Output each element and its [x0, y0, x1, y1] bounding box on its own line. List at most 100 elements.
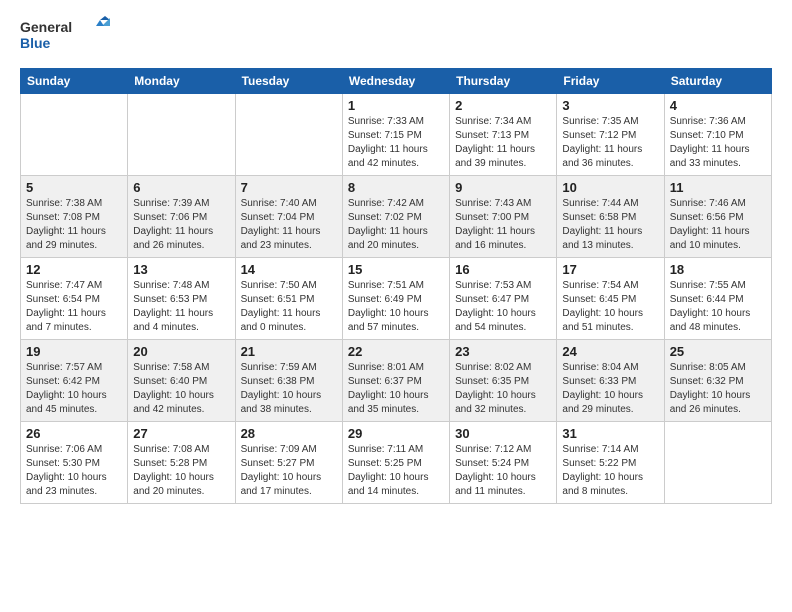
day-number: 3	[562, 98, 658, 113]
day-info: Sunrise: 7:38 AM Sunset: 7:08 PM Dayligh…	[26, 197, 122, 253]
week-row-2: 5 Sunrise: 7:38 AM Sunset: 7:08 PM Daylig…	[21, 176, 772, 258]
day-number: 11	[670, 180, 766, 195]
day-number: 27	[133, 426, 229, 441]
day-info: Sunrise: 7:39 AM Sunset: 7:06 PM Dayligh…	[133, 197, 229, 253]
day-number: 22	[348, 344, 444, 359]
calendar-cell: 7 Sunrise: 7:40 AM Sunset: 7:04 PM Daylig…	[235, 176, 342, 258]
calendar: Sunday Monday Tuesday Wednesday Thursday…	[20, 68, 772, 504]
day-info: Sunrise: 7:36 AM Sunset: 7:10 PM Dayligh…	[670, 115, 766, 171]
day-number: 1	[348, 98, 444, 113]
calendar-cell	[235, 94, 342, 176]
day-info: Sunrise: 8:02 AM Sunset: 6:35 PM Dayligh…	[455, 361, 551, 417]
day-number: 16	[455, 262, 551, 277]
page: General Blue Sunday Monday Tuesday Wedne…	[0, 0, 792, 514]
day-info: Sunrise: 7:12 AM Sunset: 5:24 PM Dayligh…	[455, 443, 551, 499]
calendar-cell: 4 Sunrise: 7:36 AM Sunset: 7:10 PM Daylig…	[664, 94, 771, 176]
day-info: Sunrise: 7:50 AM Sunset: 6:51 PM Dayligh…	[241, 279, 337, 335]
day-info: Sunrise: 7:46 AM Sunset: 6:56 PM Dayligh…	[670, 197, 766, 253]
day-number: 12	[26, 262, 122, 277]
day-info: Sunrise: 7:58 AM Sunset: 6:40 PM Dayligh…	[133, 361, 229, 417]
calendar-cell: 25 Sunrise: 8:05 AM Sunset: 6:32 PM Dayli…	[664, 340, 771, 422]
header-tuesday: Tuesday	[235, 69, 342, 94]
day-number: 9	[455, 180, 551, 195]
header-wednesday: Wednesday	[342, 69, 449, 94]
calendar-cell: 3 Sunrise: 7:35 AM Sunset: 7:12 PM Daylig…	[557, 94, 664, 176]
day-info: Sunrise: 7:55 AM Sunset: 6:44 PM Dayligh…	[670, 279, 766, 335]
calendar-cell	[128, 94, 235, 176]
day-number: 23	[455, 344, 551, 359]
calendar-cell: 6 Sunrise: 7:39 AM Sunset: 7:06 PM Daylig…	[128, 176, 235, 258]
day-number: 6	[133, 180, 229, 195]
day-number: 20	[133, 344, 229, 359]
weekday-header-row: Sunday Monday Tuesday Wednesday Thursday…	[21, 69, 772, 94]
calendar-cell: 16Sunrise: 7:53 AM Sunset: 6:47 PM Dayli…	[450, 258, 557, 340]
calendar-cell: 26 Sunrise: 7:06 AM Sunset: 5:30 PM Dayli…	[21, 422, 128, 504]
day-info: Sunrise: 7:44 AM Sunset: 6:58 PM Dayligh…	[562, 197, 658, 253]
calendar-cell: 9 Sunrise: 7:43 AM Sunset: 7:00 PM Daylig…	[450, 176, 557, 258]
day-info: Sunrise: 7:51 AM Sunset: 6:49 PM Dayligh…	[348, 279, 444, 335]
day-number: 24	[562, 344, 658, 359]
calendar-cell: 12 Sunrise: 7:47 AM Sunset: 6:54 PM Dayli…	[21, 258, 128, 340]
calendar-cell: 31 Sunrise: 7:14 AM Sunset: 5:22 PM Dayli…	[557, 422, 664, 504]
calendar-cell: 27Sunrise: 7:08 AM Sunset: 5:28 PM Dayli…	[128, 422, 235, 504]
day-info: Sunrise: 8:05 AM Sunset: 6:32 PM Dayligh…	[670, 361, 766, 417]
day-number: 10	[562, 180, 658, 195]
calendar-cell: 10 Sunrise: 7:44 AM Sunset: 6:58 PM Dayli…	[557, 176, 664, 258]
calendar-cell: 20 Sunrise: 7:58 AM Sunset: 6:40 PM Dayli…	[128, 340, 235, 422]
day-number: 14	[241, 262, 337, 277]
day-number: 5	[26, 180, 122, 195]
day-number: 21	[241, 344, 337, 359]
calendar-cell: 29Sunrise: 7:11 AM Sunset: 5:25 PM Dayli…	[342, 422, 449, 504]
calendar-cell: 14 Sunrise: 7:50 AM Sunset: 6:51 PM Dayli…	[235, 258, 342, 340]
day-info: Sunrise: 7:47 AM Sunset: 6:54 PM Dayligh…	[26, 279, 122, 335]
day-info: Sunrise: 7:35 AM Sunset: 7:12 PM Dayligh…	[562, 115, 658, 171]
day-number: 31	[562, 426, 658, 441]
day-info: Sunrise: 7:40 AM Sunset: 7:04 PM Dayligh…	[241, 197, 337, 253]
calendar-cell: 24 Sunrise: 8:04 AM Sunset: 6:33 PM Dayli…	[557, 340, 664, 422]
header-saturday: Saturday	[664, 69, 771, 94]
day-info: Sunrise: 7:14 AM Sunset: 5:22 PM Dayligh…	[562, 443, 658, 499]
day-number: 2	[455, 98, 551, 113]
day-info: Sunrise: 7:48 AM Sunset: 6:53 PM Dayligh…	[133, 279, 229, 335]
day-number: 7	[241, 180, 337, 195]
week-row-5: 26 Sunrise: 7:06 AM Sunset: 5:30 PM Dayli…	[21, 422, 772, 504]
day-number: 28	[241, 426, 337, 441]
calendar-cell	[21, 94, 128, 176]
day-number: 25	[670, 344, 766, 359]
day-number: 19	[26, 344, 122, 359]
header-monday: Monday	[128, 69, 235, 94]
calendar-cell: 8 Sunrise: 7:42 AM Sunset: 7:02 PM Daylig…	[342, 176, 449, 258]
day-number: 29	[348, 426, 444, 441]
day-number: 17	[562, 262, 658, 277]
day-number: 15	[348, 262, 444, 277]
day-info: Sunrise: 7:42 AM Sunset: 7:02 PM Dayligh…	[348, 197, 444, 253]
week-row-3: 12 Sunrise: 7:47 AM Sunset: 6:54 PM Dayli…	[21, 258, 772, 340]
calendar-cell: 21Sunrise: 7:59 AM Sunset: 6:38 PM Dayli…	[235, 340, 342, 422]
calendar-cell: 13 Sunrise: 7:48 AM Sunset: 6:53 PM Dayli…	[128, 258, 235, 340]
calendar-cell: 22 Sunrise: 8:01 AM Sunset: 6:37 PM Dayli…	[342, 340, 449, 422]
day-info: Sunrise: 7:06 AM Sunset: 5:30 PM Dayligh…	[26, 443, 122, 499]
calendar-cell: 17 Sunrise: 7:54 AM Sunset: 6:45 PM Dayli…	[557, 258, 664, 340]
day-info: Sunrise: 7:33 AM Sunset: 7:15 PM Dayligh…	[348, 115, 444, 171]
header-sunday: Sunday	[21, 69, 128, 94]
header-thursday: Thursday	[450, 69, 557, 94]
day-number: 30	[455, 426, 551, 441]
svg-text:General: General	[20, 19, 72, 35]
day-info: Sunrise: 8:01 AM Sunset: 6:37 PM Dayligh…	[348, 361, 444, 417]
header-friday: Friday	[557, 69, 664, 94]
day-number: 4	[670, 98, 766, 113]
week-row-4: 19Sunrise: 7:57 AM Sunset: 6:42 PM Dayli…	[21, 340, 772, 422]
day-info: Sunrise: 7:54 AM Sunset: 6:45 PM Dayligh…	[562, 279, 658, 335]
logo-svg: General Blue	[20, 16, 110, 58]
day-info: Sunrise: 7:43 AM Sunset: 7:00 PM Dayligh…	[455, 197, 551, 253]
day-number: 8	[348, 180, 444, 195]
svg-text:Blue: Blue	[20, 35, 51, 51]
day-info: Sunrise: 8:04 AM Sunset: 6:33 PM Dayligh…	[562, 361, 658, 417]
calendar-cell: 2Sunrise: 7:34 AM Sunset: 7:13 PM Daylig…	[450, 94, 557, 176]
calendar-cell: 18Sunrise: 7:55 AM Sunset: 6:44 PM Dayli…	[664, 258, 771, 340]
day-number: 13	[133, 262, 229, 277]
day-info: Sunrise: 7:09 AM Sunset: 5:27 PM Dayligh…	[241, 443, 337, 499]
week-row-1: 1 Sunrise: 7:33 AM Sunset: 7:15 PM Daylig…	[21, 94, 772, 176]
calendar-cell: 5 Sunrise: 7:38 AM Sunset: 7:08 PM Daylig…	[21, 176, 128, 258]
day-number: 26	[26, 426, 122, 441]
